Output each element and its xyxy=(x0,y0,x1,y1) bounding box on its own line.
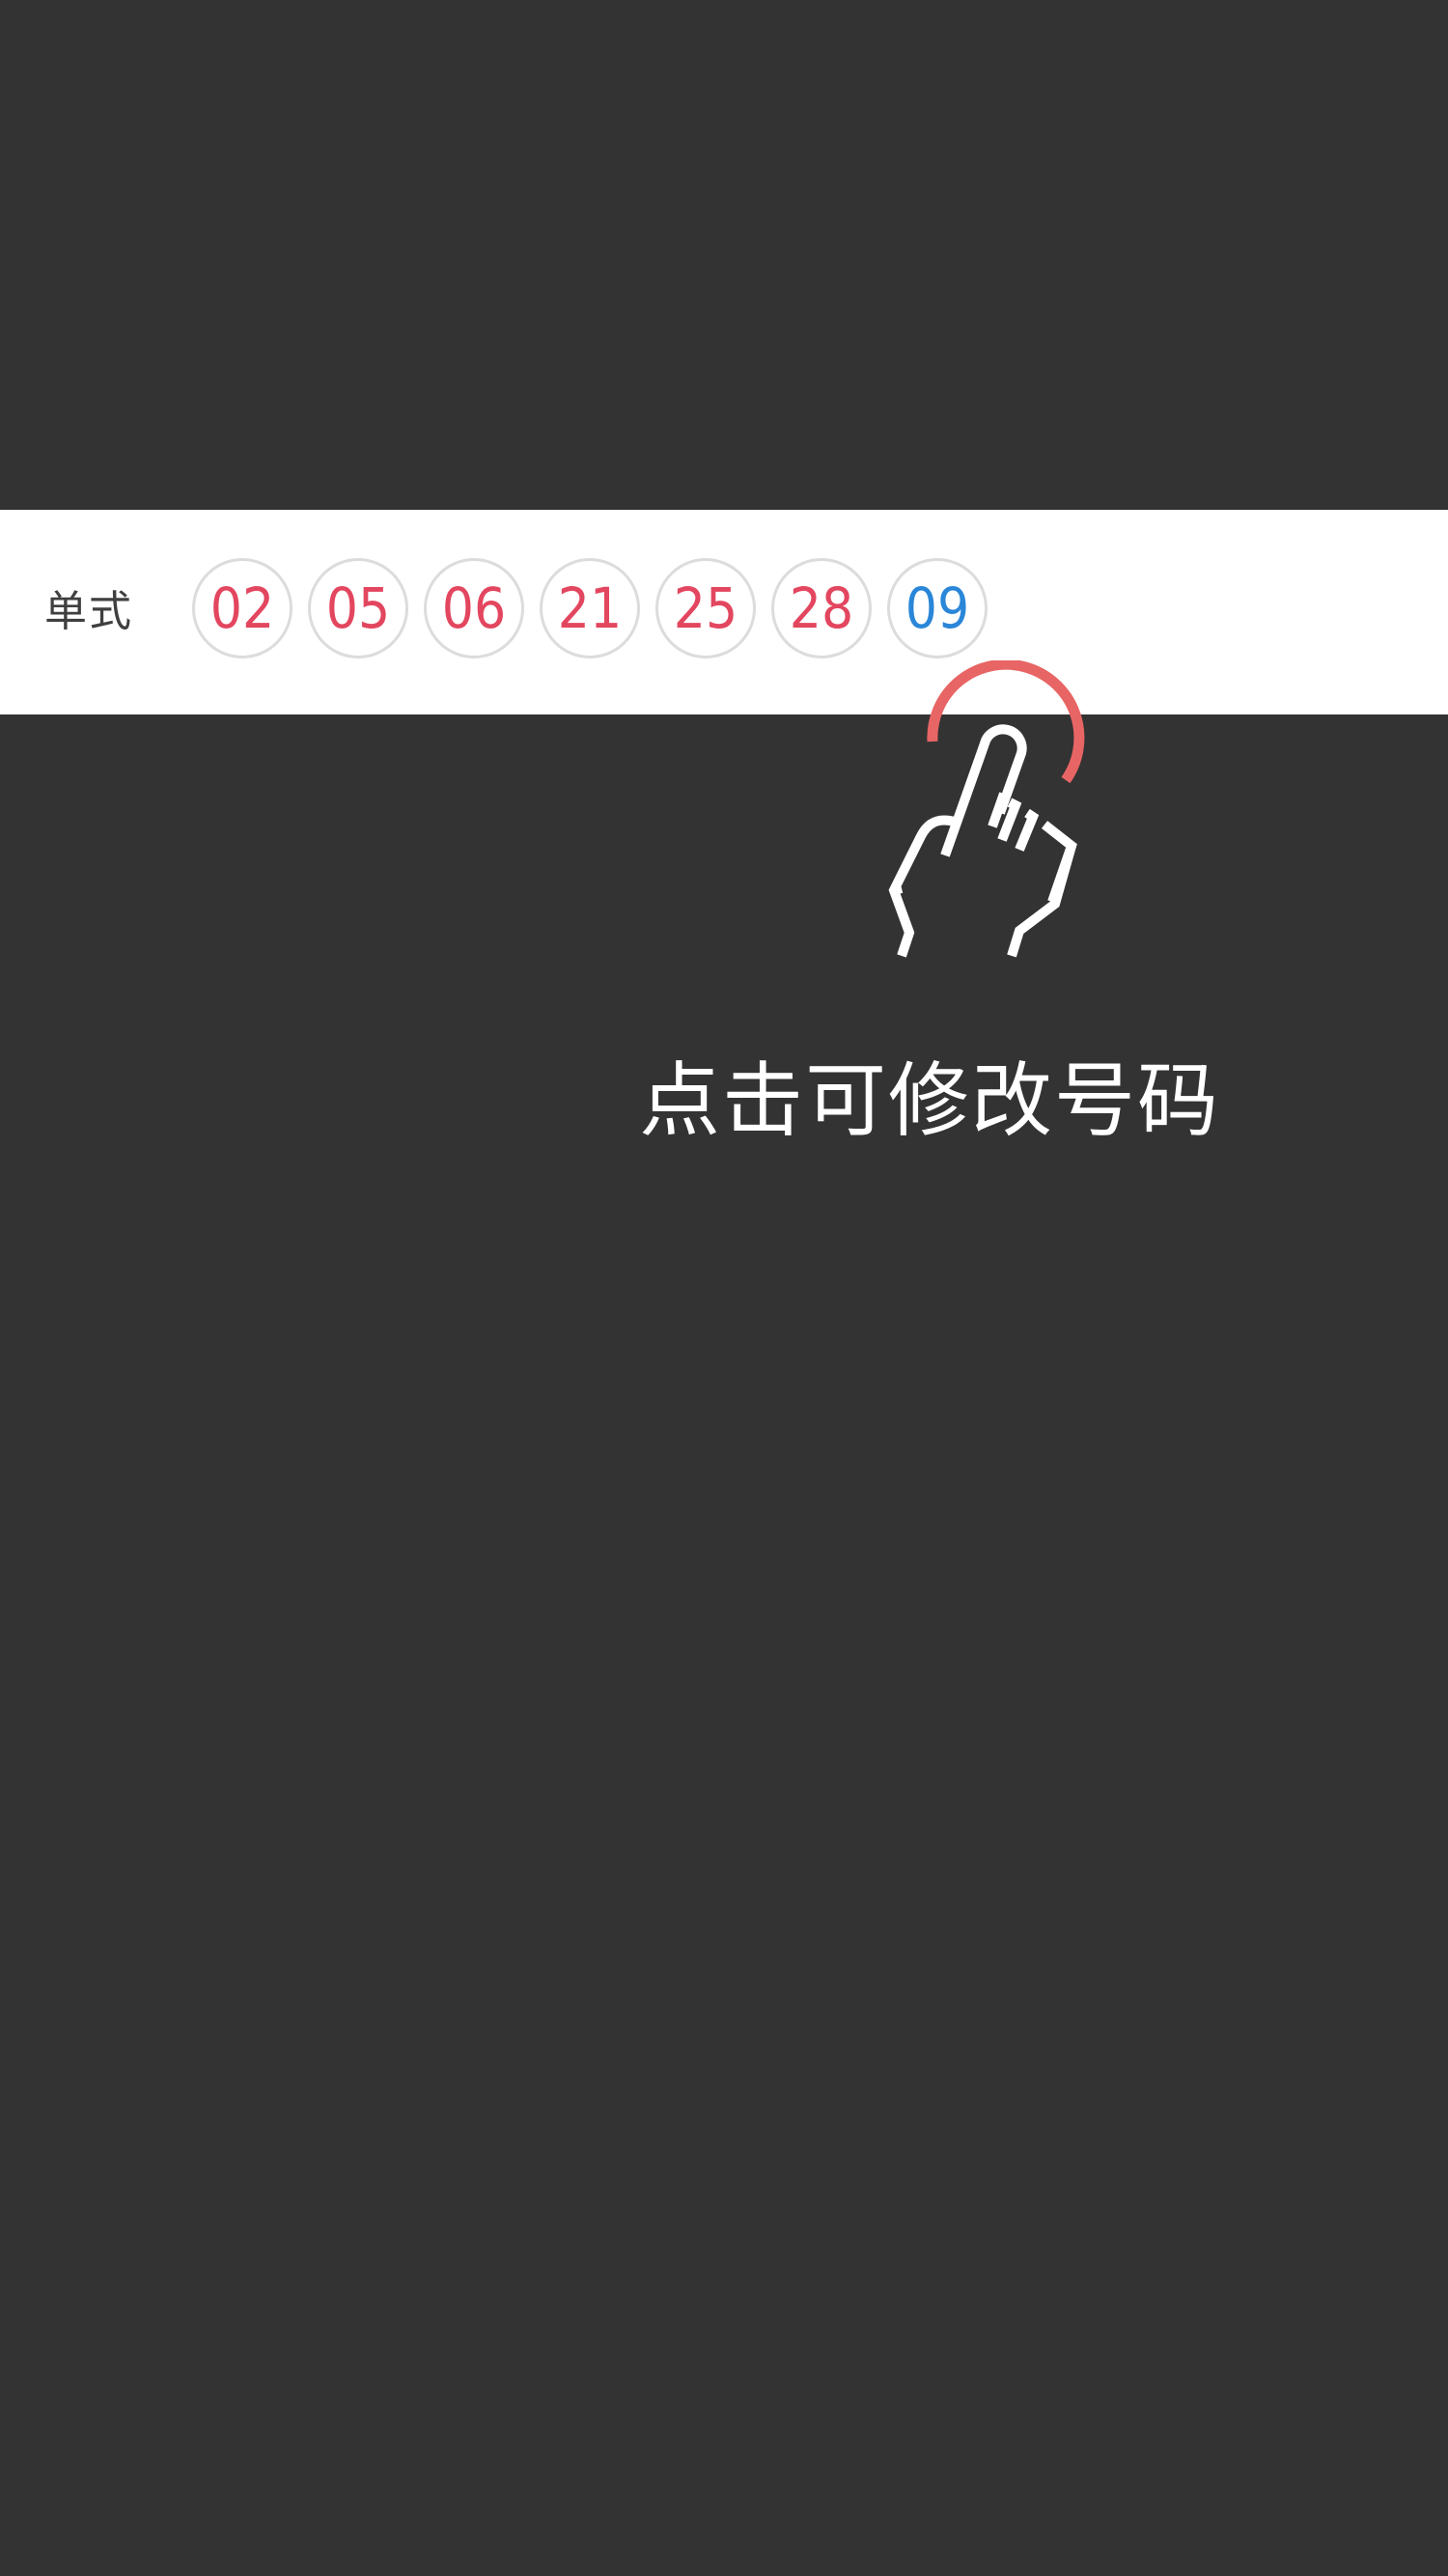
red-ball[interactable]: 21 xyxy=(540,558,640,658)
red-ball[interactable]: 06 xyxy=(424,558,524,658)
blue-ball[interactable]: 09 xyxy=(887,558,988,658)
red-ball[interactable]: 25 xyxy=(655,558,756,658)
number-strip: 单式 02 05 06 21 25 28 09 xyxy=(0,510,1448,714)
red-ball[interactable]: 05 xyxy=(308,558,408,658)
play-type-label: 单式 xyxy=(44,587,133,636)
tap-hand-icon xyxy=(878,658,1110,1008)
red-ball[interactable]: 28 xyxy=(771,558,872,658)
hint-text: 点击可修改号码 xyxy=(639,1053,1221,1148)
red-ball[interactable]: 02 xyxy=(192,558,292,658)
